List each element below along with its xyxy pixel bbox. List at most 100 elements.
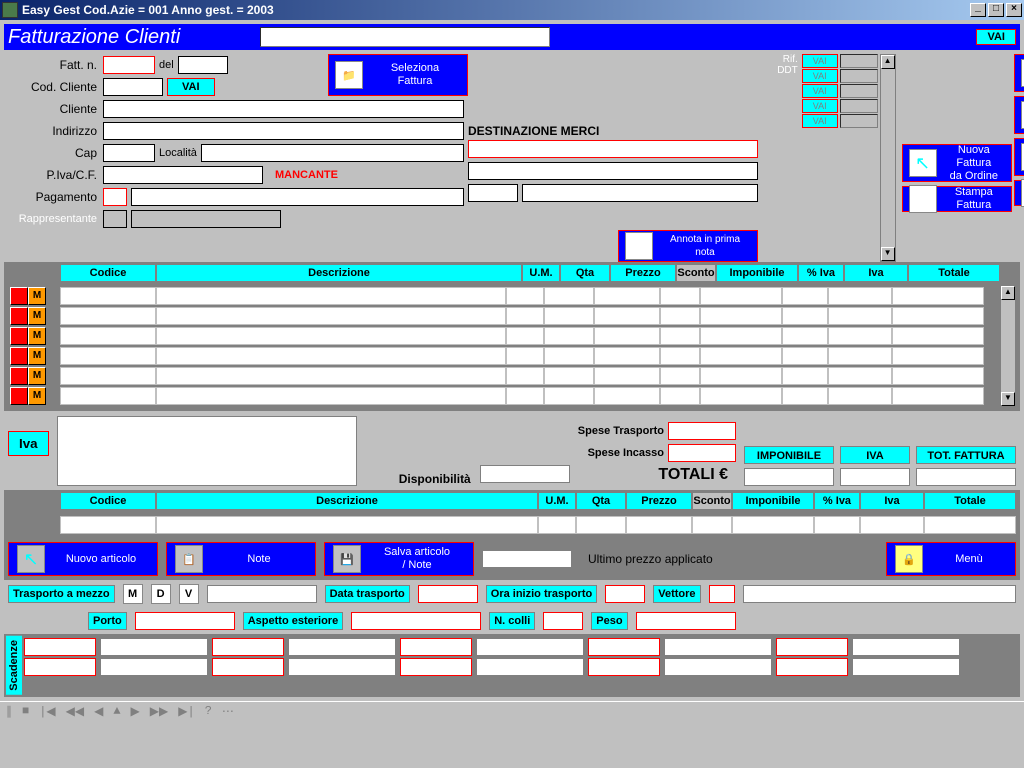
edit-um[interactable] [538, 516, 576, 534]
next-icon[interactable]: ▶ [131, 704, 140, 719]
minimize-button[interactable]: _ [970, 3, 986, 17]
row-delete-button[interactable] [10, 347, 28, 365]
pagamento-desc-input[interactable] [131, 188, 464, 206]
scadenza-date-input[interactable] [212, 638, 284, 656]
rappr-code-input[interactable] [103, 210, 127, 228]
scadenza-amount-input[interactable] [664, 638, 772, 656]
data-trasporto-input[interactable] [418, 585, 478, 603]
dest-row2-input[interactable] [468, 162, 758, 180]
cap-input[interactable] [103, 144, 155, 162]
close-button[interactable]: × [1006, 3, 1022, 17]
cod-cliente-vai-button[interactable]: VAI [167, 78, 215, 96]
up-icon[interactable]: ▲ [113, 704, 120, 718]
del-input[interactable] [178, 56, 228, 74]
aspetto-input[interactable] [351, 612, 481, 630]
salva-articolo-button[interactable]: 💾 Salva articolo / Note [324, 542, 474, 576]
rewind-icon[interactable]: ◀◀ [66, 704, 84, 719]
row-delete-button[interactable] [10, 307, 28, 325]
fatt-n-input[interactable] [103, 56, 155, 74]
pause-icon[interactable]: ∥ [6, 704, 12, 719]
ora-trasporto-input[interactable] [605, 585, 645, 603]
row-delete-button[interactable] [10, 327, 28, 345]
menu-button[interactable]: 🔒 Menù [886, 542, 1016, 576]
scadenza-date-input[interactable] [400, 658, 472, 676]
mini-vai-5[interactable]: VAI [802, 114, 838, 128]
nuovo-articolo-button[interactable]: Nuovo articolo [8, 542, 158, 576]
scadenza-amount-input[interactable] [852, 658, 960, 676]
scadenza-amount-input[interactable] [476, 658, 584, 676]
nuova-fattura-ordine-button[interactable]: Nuova Fattura da Ordine [902, 144, 1012, 182]
mini-vai-3[interactable]: VAI [802, 84, 838, 98]
header-vai-button[interactable]: VAI [976, 29, 1016, 45]
mezzo-v-button[interactable]: V [179, 584, 199, 604]
forward-icon[interactable]: ▶▶ [150, 704, 168, 719]
vettore-code-input[interactable] [709, 585, 735, 603]
iva-button[interactable]: Iva [8, 431, 49, 456]
cliente-input[interactable] [103, 100, 464, 118]
edit-totale[interactable] [924, 516, 1016, 534]
mini-vai-2[interactable]: VAI [802, 69, 838, 83]
row-modify-button[interactable]: M [28, 387, 46, 405]
edit-sconto[interactable] [692, 516, 732, 534]
rif-scrollbar[interactable]: ▲ ▼ [880, 54, 896, 262]
piva-input[interactable] [103, 166, 263, 184]
cod-cliente-input[interactable] [103, 78, 163, 96]
nuova-fattura-ddt-button[interactable]: Nuova Fattura da DDT [1014, 96, 1024, 134]
dest-loc-input[interactable] [522, 184, 758, 202]
edit-qta[interactable] [576, 516, 626, 534]
dest-cap-input[interactable] [468, 184, 518, 202]
row-modify-button[interactable]: M [28, 327, 46, 345]
grid-scrollbar[interactable]: ▲▼ [1000, 285, 1016, 407]
edit-descr[interactable] [156, 516, 538, 534]
row-delete-button[interactable] [10, 287, 28, 305]
nuova-fattura-immediata-button[interactable]: Nuova Fattura Immediata [1014, 54, 1024, 92]
spese-incasso-input[interactable] [668, 444, 736, 462]
scadenza-amount-input[interactable] [288, 658, 396, 676]
spese-trasporto-input[interactable] [668, 422, 736, 440]
stampa-fattura-button[interactable]: 🖶 Stampa Fattura [902, 186, 1012, 212]
edit-codice[interactable] [60, 516, 156, 534]
scadenza-date-input[interactable] [588, 638, 660, 656]
porto-input[interactable] [135, 612, 235, 630]
scadenza-amount-input[interactable] [100, 638, 208, 656]
scadenza-amount-input[interactable] [852, 638, 960, 656]
scadenza-date-input[interactable] [212, 658, 284, 676]
row-modify-button[interactable]: M [28, 347, 46, 365]
colli-input[interactable] [543, 612, 583, 630]
peso-input[interactable] [636, 612, 736, 630]
annota-button[interactable]: ✎ Annota in prima nota [618, 230, 758, 262]
row-delete-button[interactable] [10, 387, 28, 405]
elimina-fattura-button[interactable]: 🚽 Elimina Fattura [1014, 180, 1024, 206]
mini-vai-1[interactable]: VAI [802, 54, 838, 68]
row-modify-button[interactable]: M [28, 367, 46, 385]
help-icon[interactable]: ? [205, 704, 212, 718]
scadenza-amount-input[interactable] [100, 658, 208, 676]
mezzo-m-button[interactable]: M [123, 584, 143, 604]
scadenza-date-input[interactable] [588, 658, 660, 676]
scadenza-date-input[interactable] [400, 638, 472, 656]
maximize-button[interactable]: □ [988, 3, 1004, 17]
seleziona-fattura-button[interactable]: 📁 Seleziona Fattura [328, 54, 468, 96]
row-modify-button[interactable]: M [28, 307, 46, 325]
scadenza-date-input[interactable] [776, 638, 848, 656]
first-icon[interactable]: |◀ [39, 704, 55, 719]
mini-vai-4[interactable]: VAI [802, 99, 838, 113]
scroll-down-icon[interactable]: ▼ [881, 247, 895, 261]
row-delete-button[interactable] [10, 367, 28, 385]
stop-icon[interactable]: ■ [22, 704, 29, 718]
scroll-up-icon[interactable]: ▲ [1001, 286, 1015, 300]
pagamento-code-input[interactable] [103, 188, 127, 206]
edit-prezzo[interactable] [626, 516, 692, 534]
localita-input[interactable] [201, 144, 464, 162]
indirizzo-input[interactable] [103, 122, 464, 140]
header-search-input[interactable] [260, 27, 550, 47]
scroll-down-icon[interactable]: ▼ [1001, 392, 1015, 406]
prev-icon[interactable]: ◀ [94, 704, 103, 719]
scroll-up-icon[interactable]: ▲ [881, 55, 895, 69]
note-button[interactable]: 📋 Note [166, 542, 316, 576]
last-icon[interactable]: ▶| [178, 704, 194, 719]
cumula-ddt-button[interactable]: Cumula altro DDT [1014, 138, 1024, 176]
scadenza-amount-input[interactable] [288, 638, 396, 656]
scadenza-date-input[interactable] [24, 658, 96, 676]
vettore-desc-input[interactable] [743, 585, 1016, 603]
